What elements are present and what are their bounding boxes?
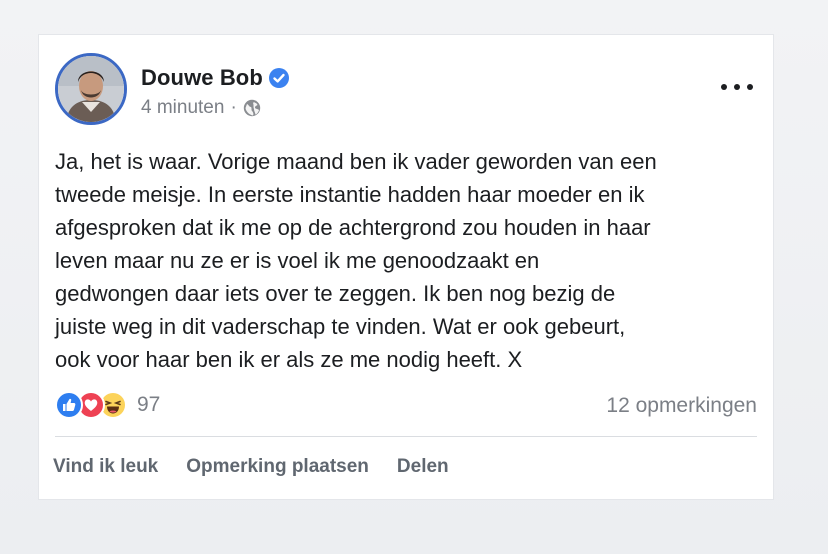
thumbs-up-icon — [63, 398, 76, 411]
more-dot — [721, 84, 727, 90]
like-button[interactable]: Vind ik leuk — [53, 456, 158, 478]
post-card: Douwe Bob 4 minuten · Ja, het is waar. V… — [38, 34, 774, 500]
more-options-icon[interactable] — [721, 77, 753, 97]
more-dot — [747, 84, 753, 90]
post-meta: 4 minuten · — [141, 97, 261, 119]
like-reaction-icon — [55, 391, 83, 419]
author-avatar[interactable] — [55, 53, 127, 125]
globe-icon[interactable] — [243, 99, 261, 117]
screenshot-page: Douwe Bob 4 minuten · Ja, het is waar. V… — [0, 0, 828, 554]
action-bar: Vind ik leuk Opmerking plaatsen Delen — [53, 456, 449, 478]
actions-divider — [55, 436, 757, 437]
avatar-photo — [58, 56, 124, 122]
author-name[interactable]: Douwe Bob — [141, 65, 263, 91]
reaction-summary[interactable]: 97 — [55, 391, 160, 419]
more-dot — [734, 84, 740, 90]
post-timestamp[interactable]: 4 minuten — [141, 97, 224, 119]
heart-icon — [84, 399, 98, 411]
reaction-count: 97 — [137, 393, 161, 416]
comment-button[interactable]: Opmerking plaatsen — [186, 456, 369, 478]
verified-badge-icon — [268, 68, 289, 88]
share-button[interactable]: Delen — [397, 456, 449, 478]
author-row: Douwe Bob — [141, 65, 289, 91]
post-text: Ja, het is waar. Vorige maand ben ik vad… — [55, 149, 657, 372]
comments-count-link[interactable]: 12 opmerkingen — [606, 394, 757, 418]
meta-separator: · — [230, 97, 237, 118]
